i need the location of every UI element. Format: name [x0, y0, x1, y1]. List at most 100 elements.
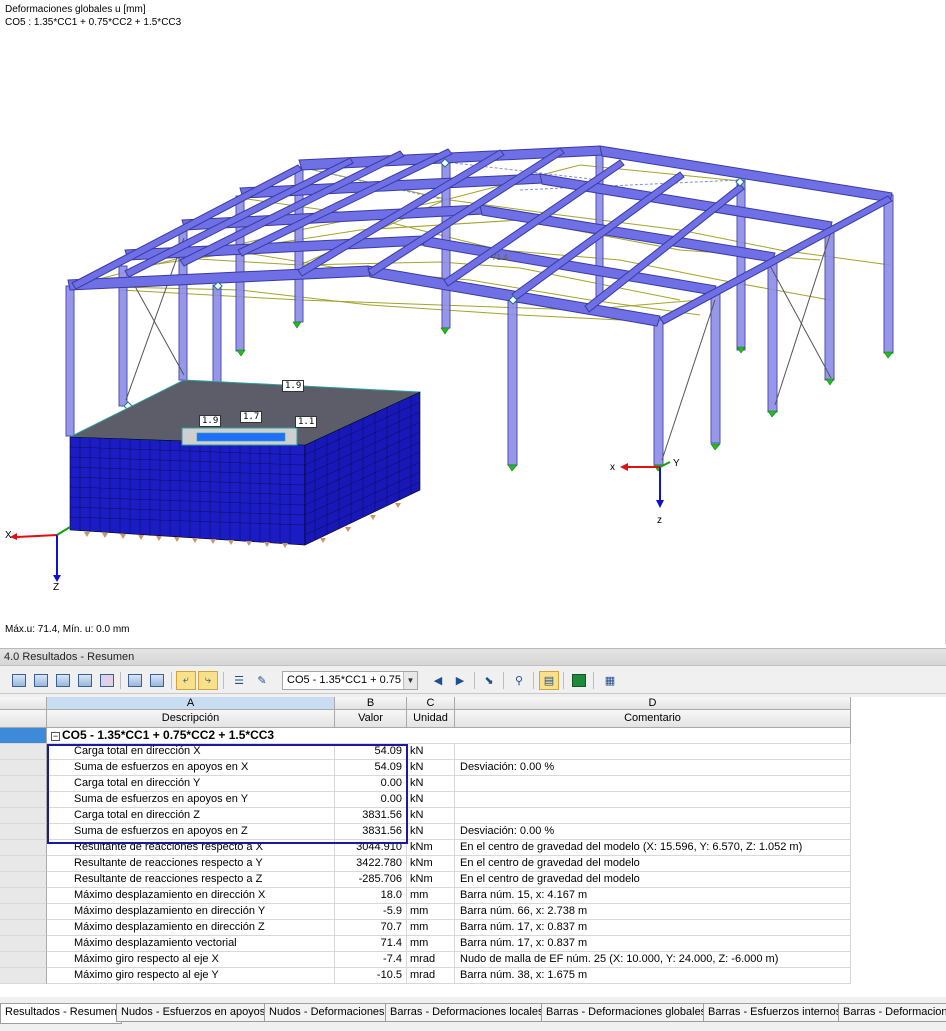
- comment-cell[interactable]: Barra núm. 17, x: 0.837 m: [455, 920, 851, 936]
- unit-cell[interactable]: kNm: [407, 840, 455, 856]
- table-row[interactable]: Suma de esfuerzos en apoyos en X 54.09 kN D…: [0, 760, 946, 776]
- table-row[interactable]: Máximo desplazamiento vectorial 71.4 mm Bar…: [0, 936, 946, 952]
- relation-icon[interactable]: ⤶: [176, 671, 196, 690]
- column-letter-d[interactable]: D: [455, 697, 851, 710]
- grid-icon[interactable]: [97, 671, 117, 690]
- columns-icon[interactable]: [75, 671, 95, 690]
- filter-icon[interactable]: [31, 671, 51, 690]
- description-cell[interactable]: Carga total en dirección Y: [47, 776, 335, 792]
- row-header[interactable]: [0, 744, 47, 760]
- select-icon[interactable]: ⤷: [198, 671, 218, 690]
- table-row[interactable]: Carga total en dirección Z 3831.56 kN: [0, 808, 946, 824]
- row-header[interactable]: [0, 728, 47, 744]
- list-icon[interactable]: ☰: [229, 671, 249, 690]
- column-letter-c[interactable]: C: [407, 697, 455, 710]
- description-cell[interactable]: Suma de esfuerzos en apoyos en X: [47, 760, 335, 776]
- value-cell[interactable]: 0.00: [335, 792, 407, 808]
- description-cell[interactable]: Máximo desplazamiento vectorial: [47, 936, 335, 952]
- unit-cell[interactable]: kNm: [407, 872, 455, 888]
- description-cell[interactable]: Máximo desplazamiento en dirección Y: [47, 904, 335, 920]
- value-cell[interactable]: 3831.56: [335, 824, 407, 840]
- unit-cell[interactable]: mrad: [407, 952, 455, 968]
- description-cell[interactable]: Máximo giro respecto al eje Y: [47, 968, 335, 984]
- row-header[interactable]: [0, 824, 47, 840]
- table-row[interactable]: Carga total en dirección X 54.09 kN: [0, 744, 946, 760]
- table-row[interactable]: Carga total en dirección Y 0.00 kN: [0, 776, 946, 792]
- table-row[interactable]: Resultante de reacciones respecto a Z -28…: [0, 872, 946, 888]
- table-row[interactable]: Máximo desplazamiento en dirección Y -5.9…: [0, 904, 946, 920]
- unit-cell[interactable]: kN: [407, 792, 455, 808]
- table-icon[interactable]: [9, 671, 29, 690]
- row-header[interactable]: [0, 760, 47, 776]
- comment-cell[interactable]: Barra núm. 38, x: 1.675 m: [455, 968, 851, 984]
- unit-cell[interactable]: kN: [407, 744, 455, 760]
- row-header[interactable]: [0, 904, 47, 920]
- sort-icon[interactable]: [53, 671, 73, 690]
- comment-cell[interactable]: [455, 808, 851, 824]
- tab-nudos-esfuerzos-apoyos[interactable]: Nudos - Esfuerzos en apoyos: [116, 1004, 271, 1022]
- unit-cell[interactable]: kN: [407, 760, 455, 776]
- comment-cell[interactable]: Barra núm. 15, x: 4.167 m: [455, 888, 851, 904]
- description-cell[interactable]: Resultante de reacciones respecto a Y: [47, 856, 335, 872]
- edit-icon[interactable]: ✎: [252, 671, 272, 690]
- row-header[interactable]: [0, 888, 47, 904]
- tab-nudos-deformaciones[interactable]: Nudos - Deformaciones: [264, 1004, 390, 1022]
- chevron-down-icon[interactable]: ▼: [403, 672, 417, 689]
- value-cell[interactable]: -285.706: [335, 872, 407, 888]
- value-cell[interactable]: 71.4: [335, 936, 407, 952]
- value-cell[interactable]: -5.9: [335, 904, 407, 920]
- pick-icon[interactable]: ⬊: [479, 671, 499, 690]
- description-cell[interactable]: Máximo desplazamiento en dirección Z: [47, 920, 335, 936]
- value-cell[interactable]: 3044.910: [335, 840, 407, 856]
- 3d-viewport[interactable]: Deformaciones globales u [mm] CO5 : 1.35…: [0, 0, 946, 644]
- row-header[interactable]: [0, 840, 47, 856]
- row-header[interactable]: [0, 808, 47, 824]
- description-cell[interactable]: Máximo giro respecto al eje X: [47, 952, 335, 968]
- tab-resultados-resumen[interactable]: Resultados - Resumen: [0, 1004, 122, 1024]
- comment-cell[interactable]: Desviación: 0.00 %: [455, 760, 851, 776]
- column-header-valor[interactable]: Valor: [335, 710, 407, 728]
- value-cell[interactable]: 70.7: [335, 920, 407, 936]
- table-view-icon[interactable]: ▤: [539, 671, 559, 690]
- collapse-icon[interactable]: −: [51, 732, 60, 741]
- arrow-left-icon[interactable]: ◀: [428, 671, 448, 690]
- column-header-comentario[interactable]: Comentario: [455, 710, 851, 728]
- description-cell[interactable]: Carga total en dirección Z: [47, 808, 335, 824]
- tab-barras-esfuerzos-internos[interactable]: Barras - Esfuerzos internos: [703, 1004, 847, 1022]
- comment-cell[interactable]: [455, 776, 851, 792]
- value-cell[interactable]: 54.09: [335, 760, 407, 776]
- row-header[interactable]: [0, 856, 47, 872]
- value-cell[interactable]: 0.00: [335, 776, 407, 792]
- tab-barras-deformaciones-globales[interactable]: Barras - Deformaciones globales: [541, 1004, 712, 1022]
- column-header-descripcion[interactable]: Descripción: [47, 710, 335, 728]
- description-cell[interactable]: Resultante de reacciones respecto a Z: [47, 872, 335, 888]
- previous-icon[interactable]: [125, 671, 145, 690]
- excel-export-icon[interactable]: [569, 671, 589, 690]
- unit-cell[interactable]: mm: [407, 888, 455, 904]
- comment-cell[interactable]: En el centro de gravedad del modelo: [455, 856, 851, 872]
- unit-cell[interactable]: kNm: [407, 856, 455, 872]
- comment-cell[interactable]: [455, 792, 851, 808]
- column-letter-b[interactable]: B: [335, 697, 407, 710]
- structure-model[interactable]: [0, 0, 946, 644]
- description-cell[interactable]: Carga total en dirección X: [47, 744, 335, 760]
- group-row[interactable]: − CO5 - 1.35*CC1 + 0.75*CC2 + 1.5*CC3: [0, 728, 946, 744]
- tab-barras-deformaciones[interactable]: Barras - Deformaciones: [838, 1004, 946, 1022]
- row-header[interactable]: [0, 920, 47, 936]
- value-cell[interactable]: 54.09: [335, 744, 407, 760]
- table-row[interactable]: Máximo desplazamiento en dirección X 18.0…: [0, 888, 946, 904]
- description-cell[interactable]: Resultante de reacciones respecto a X: [47, 840, 335, 856]
- column-header-unidad[interactable]: Unidad: [407, 710, 455, 728]
- table-row[interactable]: Máximo giro respecto al eje Y -10.5 mrad Ba…: [0, 968, 946, 984]
- unit-cell[interactable]: mrad: [407, 968, 455, 984]
- unit-cell[interactable]: kN: [407, 776, 455, 792]
- row-header[interactable]: [0, 952, 47, 968]
- visibility-icon[interactable]: ⚲: [509, 671, 529, 690]
- table-row[interactable]: Suma de esfuerzos en apoyos en Y 0.00 kN: [0, 792, 946, 808]
- arrow-right-icon[interactable]: ▶: [450, 671, 470, 690]
- calculator-icon[interactable]: ▦: [600, 671, 620, 690]
- comment-cell[interactable]: Barra núm. 17, x: 0.837 m: [455, 936, 851, 952]
- row-header[interactable]: [0, 872, 47, 888]
- comment-cell[interactable]: [455, 744, 851, 760]
- value-cell[interactable]: -7.4: [335, 952, 407, 968]
